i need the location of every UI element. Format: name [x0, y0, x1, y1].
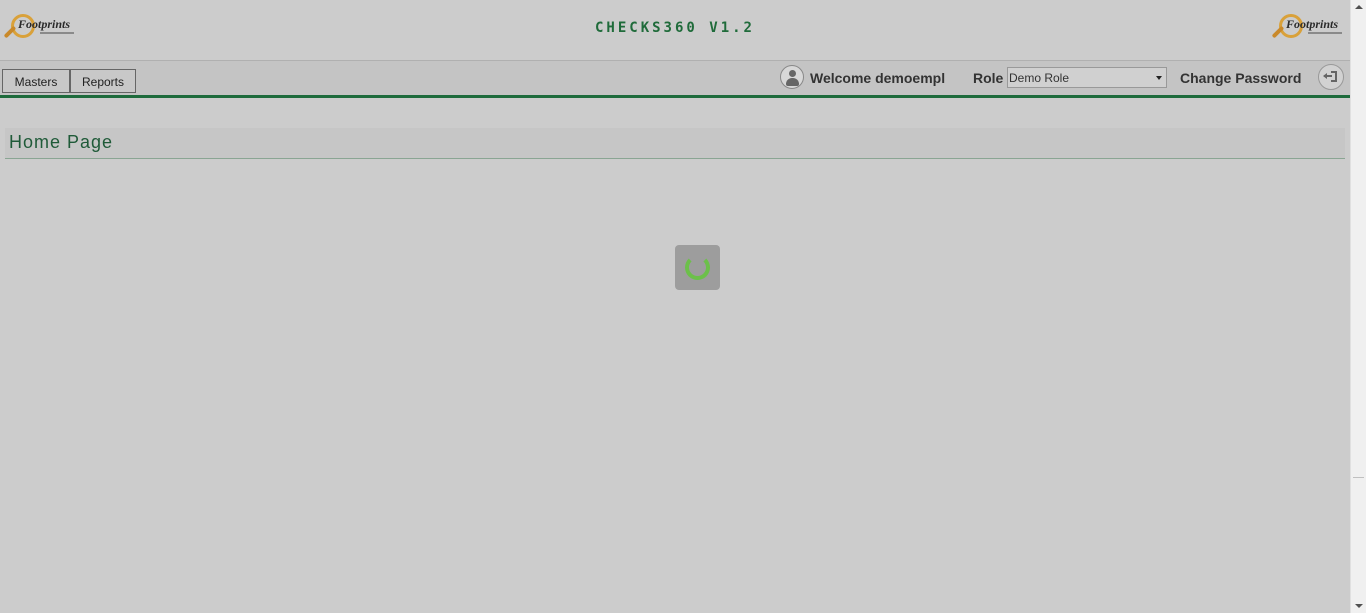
spinner-icon [685, 255, 710, 280]
role-label: Role [973, 70, 1004, 86]
logo-tagline [1308, 32, 1342, 34]
loading-overlay [675, 245, 720, 290]
change-password-link[interactable]: Change Password [1180, 70, 1301, 86]
user-icon-head [789, 70, 796, 77]
user-icon [780, 65, 804, 89]
vertical-scrollbar[interactable] [1350, 0, 1366, 613]
user-icon-body [786, 78, 799, 86]
chevron-down-icon [1156, 76, 1162, 80]
logout-button[interactable] [1318, 64, 1344, 90]
app-page: Footprints CHECKS360 V1.2 Footprints Mas… [0, 0, 1366, 613]
page-title-bar: Home Page [5, 128, 1345, 159]
page-title: Home Page [9, 132, 114, 152]
tab-masters[interactable]: Masters [2, 69, 70, 93]
role-select-value: Demo Role [1009, 71, 1070, 85]
tab-reports[interactable]: Reports [70, 69, 136, 93]
scroll-thumb[interactable] [1353, 17, 1364, 478]
logout-arrow-head [1323, 73, 1327, 79]
logo-brand-text: Footprints [1286, 17, 1339, 31]
footprints-logo-right[interactable]: Footprints [1271, 10, 1353, 50]
role-select[interactable]: Demo Role [1007, 67, 1167, 88]
welcome-text: Welcome demoempl [810, 70, 946, 86]
scroll-down-arrow-icon[interactable] [1355, 604, 1363, 608]
scroll-up-arrow-icon[interactable] [1355, 5, 1363, 9]
app-title: CHECKS360 V1.2 [594, 20, 755, 36]
app-header: Footprints CHECKS360 V1.2 Footprints [0, 0, 1350, 60]
